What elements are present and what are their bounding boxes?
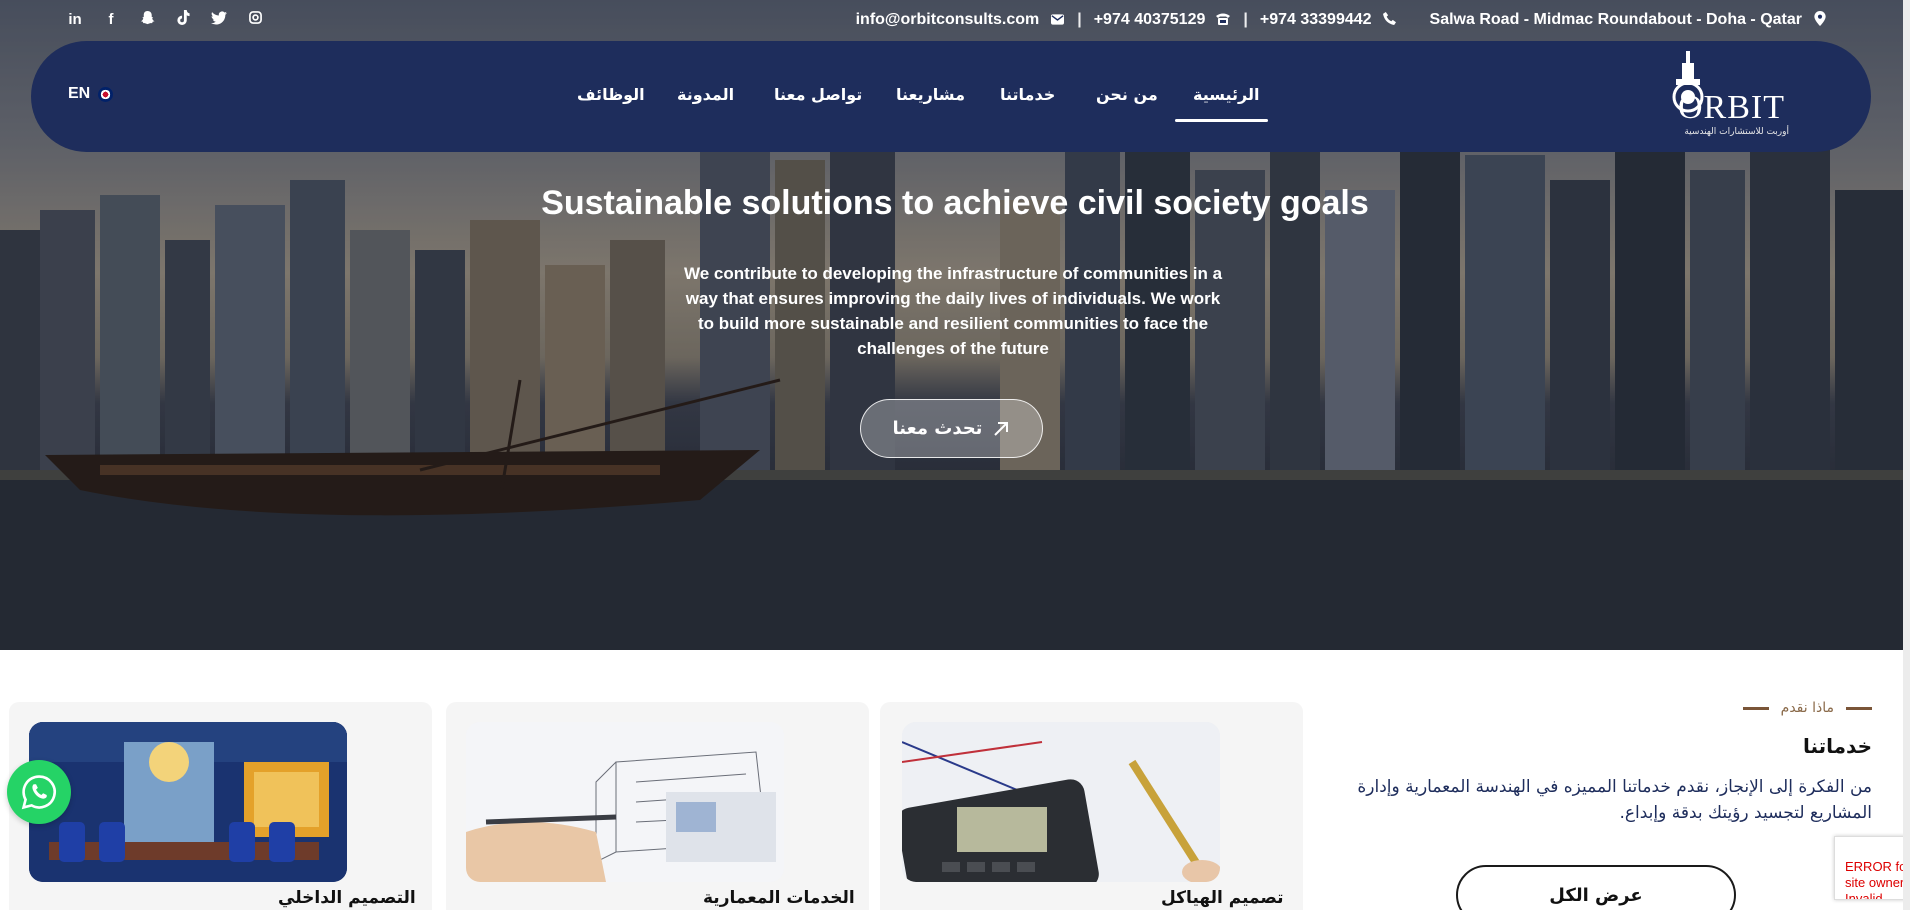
top-bar: in f info@orbitconsults.com | +974 40375… <box>0 8 1910 34</box>
envelope-icon <box>1049 12 1065 28</box>
services-title: خدماتنا <box>1802 734 1872 758</box>
arrow-up-right-icon <box>994 421 1009 436</box>
services-description: من الفكرة إلى الإنجاز، نقدم خدماتنا المم… <box>1357 777 1872 823</box>
service-card-architectural-label: الخدمات المعمارية <box>703 888 855 908</box>
language-switcher[interactable]: EN <box>68 85 114 103</box>
service-image-structural <box>902 722 1220 882</box>
uk-flag-icon <box>98 86 114 102</box>
hero-section: in f info@orbitconsults.com | +974 40375… <box>0 0 1910 650</box>
services-eyebrow: ماذا نقدم <box>1742 700 1872 716</box>
language-label: EN <box>68 85 91 102</box>
hero-title: Sustainable solutions to achieve civil s… <box>541 184 1369 222</box>
hero-description: We contribute to developing the infrastr… <box>683 264 1223 358</box>
nav-item-services[interactable]: خدماتنا <box>1000 85 1055 104</box>
separator: | <box>1077 11 1082 28</box>
service-image-architectural <box>466 722 784 882</box>
telephone-icon <box>1215 12 1231 28</box>
service-card-structural-label: تصميم الهياكل <box>1161 888 1284 908</box>
nav-item-blog[interactable]: المدونة <box>677 85 734 104</box>
talk-to-us-button[interactable]: تحدث معنا <box>860 399 1043 458</box>
main-navbar: ORBIT أوربت للاستشارات الهندسية الرئيسية… <box>31 41 1871 152</box>
nav-item-projects[interactable]: مشاريعنا <box>896 85 965 104</box>
linkedin-icon[interactable]: in <box>66 11 84 28</box>
eyebrow-text: ماذا نقدم <box>1780 700 1834 716</box>
nav-item-jobs[interactable]: الوظائف <box>577 85 645 104</box>
whatsapp-button[interactable] <box>7 760 71 824</box>
nav-item-contact[interactable]: تواصل معنا <box>774 85 862 104</box>
service-image-interior <box>29 722 347 882</box>
instagram-icon[interactable] <box>246 11 264 28</box>
whatsapp-icon <box>21 775 56 810</box>
social-links: in f <box>66 10 264 29</box>
landline-link[interactable]: +974 40375129 <box>1094 11 1206 29</box>
nav-item-home[interactable]: الرئيسية <box>1193 85 1260 104</box>
twitter-icon[interactable] <box>210 10 228 29</box>
nav-item-about[interactable]: من نحن <box>1096 85 1158 104</box>
contact-info: info@orbitconsults.com | +974 40375129 |… <box>856 11 1828 29</box>
tiktok-icon[interactable] <box>174 10 192 29</box>
snapchat-icon[interactable] <box>138 10 156 29</box>
recaptcha-badge: ERROR for site owner: Invalid domain <box>1834 836 1910 900</box>
phone-icon <box>1382 12 1398 28</box>
map-pin-icon <box>1812 11 1828 29</box>
email-link[interactable]: info@orbitconsults.com <box>856 11 1040 29</box>
scrollbar[interactable] <box>1903 0 1910 910</box>
nav-menu: الرئيسية من نحن خدماتنا مشاريعنا تواصل م… <box>31 41 1871 152</box>
service-card-interior-label: التصميم الداخلي <box>278 888 416 908</box>
separator: | <box>1243 11 1248 28</box>
eyebrow-dash <box>1742 706 1769 710</box>
talk-to-us-label: تحدث معنا <box>892 418 983 439</box>
facebook-icon[interactable]: f <box>102 11 120 28</box>
eyebrow-dash <box>1846 706 1872 710</box>
address-text: Salwa Road - Midmac Roundabout - Doha - … <box>1429 11 1802 28</box>
view-all-button[interactable]: عرض الكل <box>1456 865 1736 910</box>
nav-active-indicator <box>1175 119 1268 122</box>
mobile-link[interactable]: +974 33399442 <box>1260 11 1372 29</box>
